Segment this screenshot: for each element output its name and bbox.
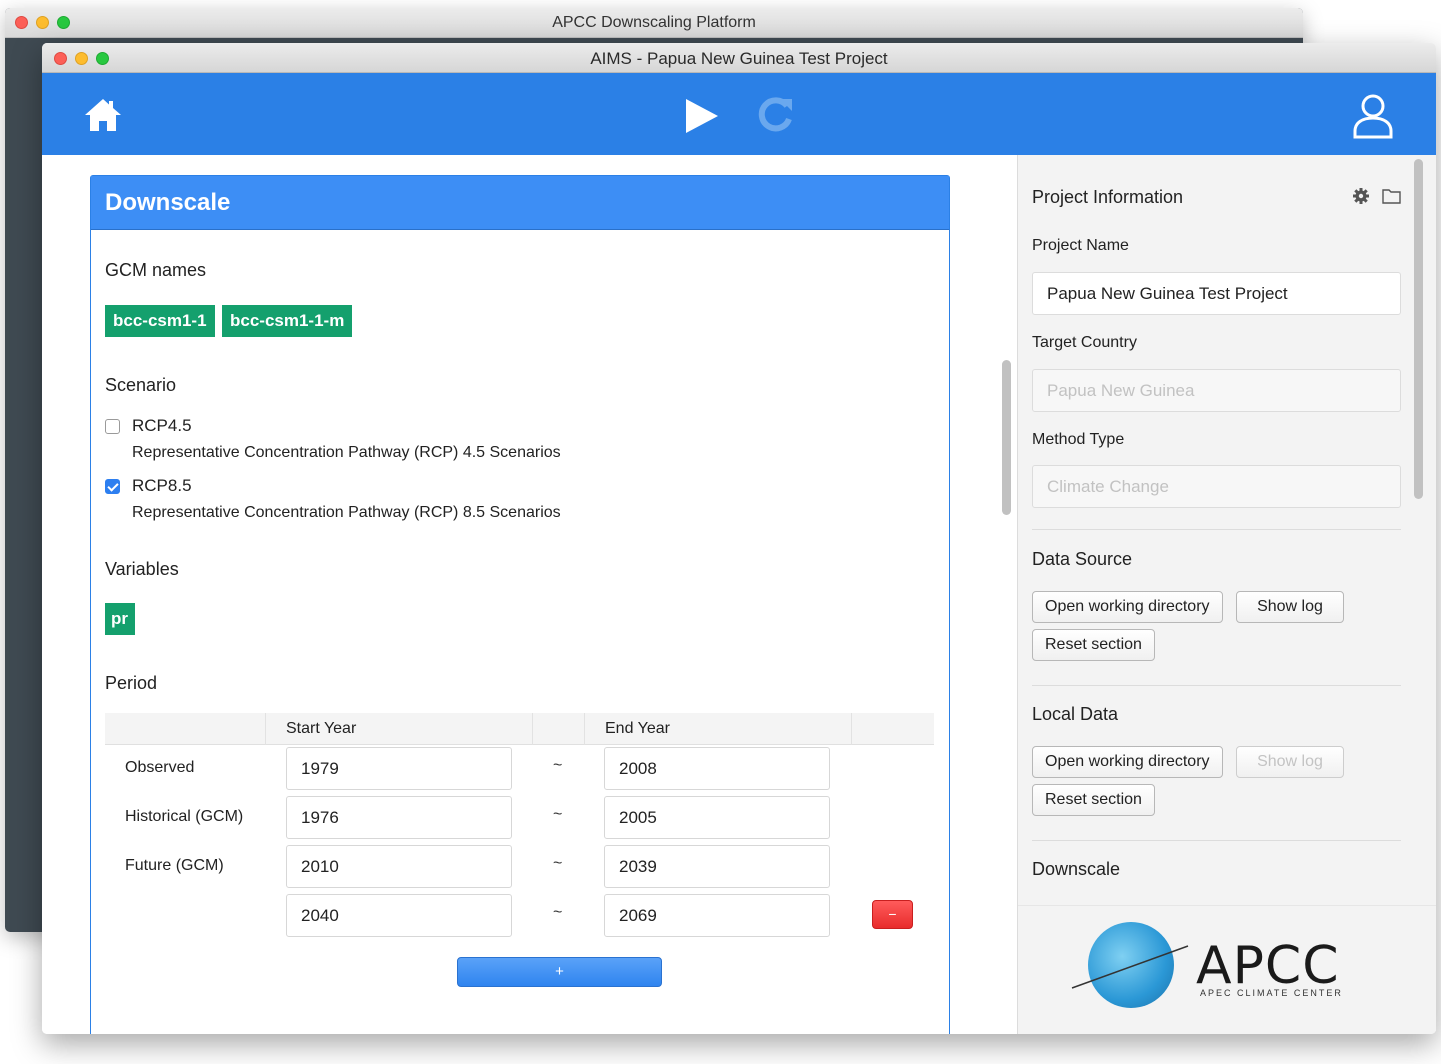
period-row-label: Observed: [125, 759, 195, 776]
end-year-input[interactable]: 2008: [604, 747, 830, 790]
period-table-header: Start Year End Year: [105, 713, 934, 745]
main-window: AIMS - Papua New Guinea Test Project Dow…: [42, 43, 1436, 1034]
divider: [1032, 840, 1401, 841]
zoom-window-button[interactable]: [96, 52, 109, 65]
range-separator: ~: [553, 757, 563, 774]
scenario-description: Representative Concentration Pathway (RC…: [132, 444, 561, 461]
scenario-label: RCP8.5: [132, 476, 192, 495]
variable-tag[interactable]: pr: [105, 603, 135, 635]
gcm-tag[interactable]: bcc-csm1-1: [105, 305, 215, 337]
sidebar-scrollbar[interactable]: [1414, 159, 1423, 499]
end-year-input[interactable]: 2005: [604, 796, 830, 839]
gear-icon[interactable]: [1352, 187, 1370, 205]
project-information-title: Project Information: [1032, 187, 1184, 207]
main-window-titlebar: AIMS - Papua New Guinea Test Project: [42, 43, 1436, 73]
start-year-input[interactable]: 2010: [286, 845, 512, 888]
add-period-button[interactable]: +: [457, 957, 662, 987]
close-window-button[interactable]: [15, 16, 28, 29]
start-year-input[interactable]: 2040: [286, 894, 512, 937]
period-row: Observed 1979 ~ 2008: [105, 747, 934, 796]
method-type-label: Method Type: [1032, 431, 1125, 448]
method-type-input: Climate Change: [1032, 465, 1401, 508]
period-row-label: Historical (GCM): [125, 808, 244, 825]
logo-swoosh: [1071, 945, 1189, 989]
project-name-label: Project Name: [1032, 237, 1129, 254]
project-name-input[interactable]: Papua New Guinea Test Project: [1032, 272, 1401, 315]
local-data-open-directory-button[interactable]: Open working directory: [1032, 746, 1223, 778]
period-row: Future (GCM) 2010 ~ 2039: [105, 845, 934, 894]
main-window-title: AIMS - Papua New Guinea Test Project: [590, 49, 888, 68]
minimize-window-button[interactable]: [75, 52, 88, 65]
range-separator: ~: [553, 904, 563, 921]
data-source-open-directory-button[interactable]: Open working directory: [1032, 591, 1223, 623]
start-year-header: Start Year: [265, 713, 532, 745]
close-window-button[interactable]: [54, 52, 67, 65]
period-row-label: Future (GCM): [125, 857, 224, 874]
period-row: 2040 ~ 2069 −: [105, 894, 934, 943]
play-icon[interactable]: [684, 97, 720, 135]
user-icon[interactable]: [1352, 93, 1394, 139]
folder-icon[interactable]: [1382, 188, 1401, 204]
main-panel: Downscale GCM names bcc-csm1-1 bcc-csm1-…: [42, 155, 1011, 1034]
scenario-description: Representative Concentration Pathway (RC…: [132, 504, 561, 521]
variables-title: Variables: [105, 559, 179, 579]
scenario-rcp45[interactable]: RCP4.5 Representative Concentration Path…: [105, 416, 561, 462]
end-year-input[interactable]: 2039: [604, 845, 830, 888]
home-icon[interactable]: [84, 97, 122, 133]
scenario-label: RCP4.5: [132, 416, 192, 435]
local-data-title: Local Data: [1032, 704, 1119, 724]
period-title: Period: [105, 673, 158, 693]
remove-period-button[interactable]: −: [872, 900, 913, 929]
range-separator: ~: [553, 855, 563, 872]
gcm-names-title: GCM names: [105, 260, 207, 280]
start-year-input[interactable]: 1979: [286, 747, 512, 790]
range-separator: ~: [553, 806, 563, 823]
local-data-reset-button[interactable]: Reset section: [1032, 784, 1155, 816]
background-window-titlebar: APCC Downscaling Platform: [5, 8, 1303, 38]
main-scrollbar[interactable]: [1002, 360, 1011, 515]
minimize-window-button[interactable]: [36, 16, 49, 29]
background-window-title: APCC Downscaling Platform: [552, 14, 756, 31]
rcp45-checkbox[interactable]: [105, 419, 120, 434]
period-table: Start Year End Year Observed 1979 ~ 2008…: [105, 713, 934, 937]
end-year-input[interactable]: 2069: [604, 894, 830, 937]
downscale-section-title: Downscale: [1032, 859, 1121, 879]
end-year-header: End Year: [584, 713, 851, 745]
apcc-logo: APCC APEC CLIMATE CENTER: [1018, 905, 1436, 1034]
target-country-label: Target Country: [1032, 334, 1137, 351]
apcc-logo-subtitle: APEC CLIMATE CENTER: [1200, 988, 1343, 998]
refresh-icon[interactable]: [756, 95, 796, 135]
period-row: Historical (GCM) 1976 ~ 2005: [105, 796, 934, 845]
start-year-input[interactable]: 1976: [286, 796, 512, 839]
content-area: Downscale GCM names bcc-csm1-1 bcc-csm1-…: [42, 155, 1436, 1034]
rcp85-checkbox[interactable]: [105, 479, 120, 494]
actions-header: [851, 713, 934, 745]
data-source-title: Data Source: [1032, 549, 1133, 569]
target-country-input: Papua New Guinea: [1032, 369, 1401, 412]
top-toolbar: [42, 73, 1436, 155]
project-sidebar: Project Information Project Name Papua N…: [1018, 155, 1436, 1034]
zoom-window-button[interactable]: [57, 16, 70, 29]
downscale-header: Downscale: [91, 176, 949, 230]
divider: [1032, 685, 1401, 686]
separator-header: [532, 713, 584, 745]
data-source-reset-button[interactable]: Reset section: [1032, 629, 1155, 661]
local-data-show-log-button: Show log: [1236, 746, 1344, 778]
gcm-tag[interactable]: bcc-csm1-1-m: [222, 305, 353, 337]
scenario-rcp85[interactable]: RCP8.5 Representative Concentration Path…: [105, 476, 561, 522]
downscale-card: Downscale GCM names bcc-csm1-1 bcc-csm1-…: [90, 175, 950, 1034]
apcc-logo-text: APCC: [1196, 936, 1340, 996]
scenario-title: Scenario: [105, 375, 177, 395]
window-controls: [54, 52, 109, 65]
divider: [1032, 529, 1401, 530]
data-source-show-log-button[interactable]: Show log: [1236, 591, 1344, 623]
window-controls: [15, 16, 70, 29]
